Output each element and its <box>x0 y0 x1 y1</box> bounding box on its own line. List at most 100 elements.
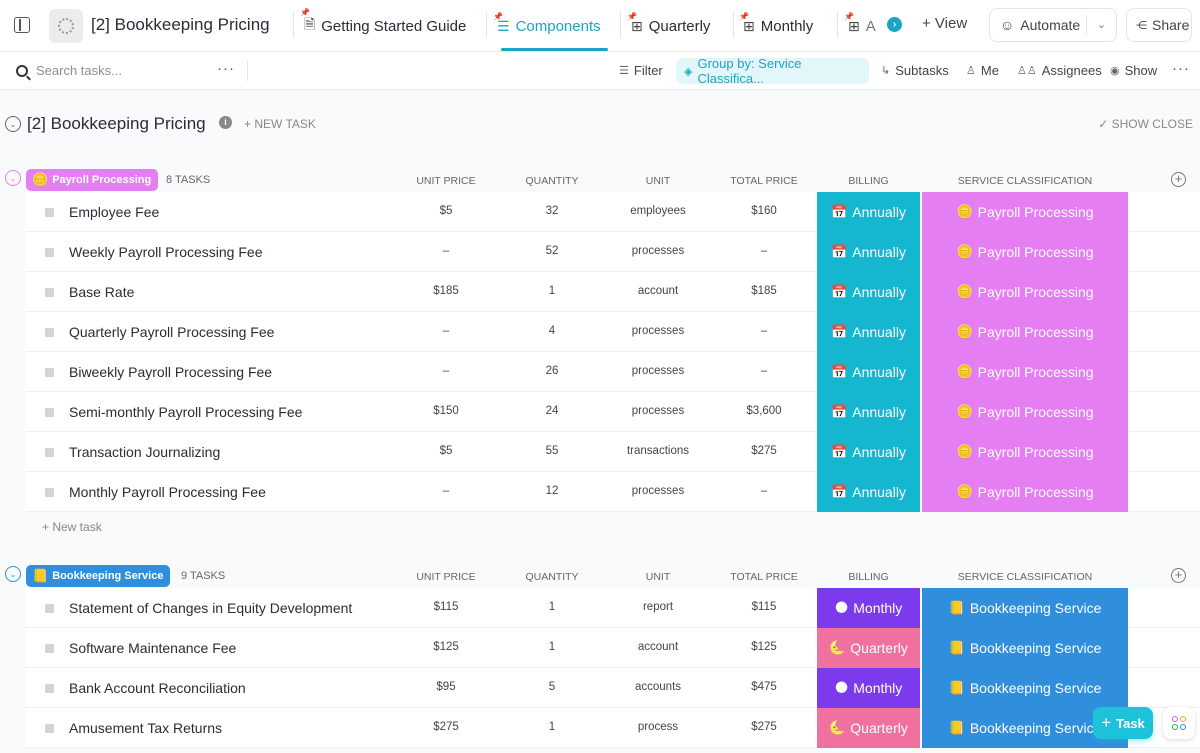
search-input[interactable]: Search tasks... <box>16 63 122 78</box>
table-row[interactable]: Employee Fee $5 32 employees $160 📅Annua… <box>26 192 1200 232</box>
column-header-quantity[interactable]: QUANTITY <box>512 571 592 583</box>
filter-button[interactable]: ☰ Filter <box>619 63 663 78</box>
status-checkbox[interactable] <box>45 684 54 693</box>
status-checkbox[interactable] <box>45 488 54 497</box>
service-badge[interactable]: 🪙Payroll Processing <box>922 432 1128 472</box>
service-badge[interactable]: 📒Bookkeeping Service <box>922 588 1128 628</box>
status-checkbox[interactable] <box>45 604 54 613</box>
table-row[interactable]: Monthly Payroll Processing Fee – 12 proc… <box>26 472 1200 512</box>
billing-badge[interactable]: 🌑Monthly <box>817 588 920 628</box>
add-column-icon[interactable]: + <box>1171 172 1186 187</box>
task-name[interactable]: Weekly Payroll Processing Fee <box>69 244 262 260</box>
column-header-service-classification[interactable]: SERVICE CLASSIFICATION <box>922 571 1128 583</box>
apps-button[interactable] <box>1163 707 1195 739</box>
status-checkbox[interactable] <box>45 208 54 217</box>
group-pill[interactable]: 🪙 Payroll Processing <box>26 169 158 191</box>
table-row[interactable]: Base Rate $185 1 account $185 📅Annually … <box>26 272 1200 312</box>
task-name[interactable]: Quarterly Payroll Processing Fee <box>69 324 274 340</box>
task-name[interactable]: Monthly Payroll Processing Fee <box>69 484 266 500</box>
column-header-service-classification[interactable]: SERVICE CLASSIFICATION <box>922 175 1128 187</box>
tab-getting-started-guide[interactable]: 📌🗎 Getting Started Guide <box>304 14 466 38</box>
task-name[interactable]: Bank Account Reconciliation <box>69 680 246 696</box>
table-row[interactable]: Weekly Payroll Processing Fee – 52 proce… <box>26 232 1200 272</box>
column-header-billing[interactable]: BILLING <box>817 571 920 583</box>
column-header-quantity[interactable]: QUANTITY <box>512 175 592 187</box>
sidebar-toggle-icon[interactable] <box>14 17 30 33</box>
tab-components[interactable]: 📌☰ Components <box>497 14 601 38</box>
tab-quarterly[interactable]: 📌⊞ Quarterly <box>631 14 710 38</box>
table-row[interactable]: Quarterly Payroll Processing Fee – 4 pro… <box>26 312 1200 352</box>
table-row[interactable]: Biweekly Payroll Processing Fee – 26 pro… <box>26 352 1200 392</box>
billing-badge[interactable]: 📅Annually <box>817 192 920 232</box>
service-badge[interactable]: 🪙Payroll Processing <box>922 312 1128 352</box>
collapse-list-icon[interactable]: ⌄ <box>5 116 21 132</box>
billing-badge[interactable]: 📅Annually <box>817 352 920 392</box>
billing-badge[interactable]: 🌜Quarterly <box>817 708 920 748</box>
task-name[interactable]: Biweekly Payroll Processing Fee <box>69 364 272 380</box>
service-badge[interactable]: 🪙Payroll Processing <box>922 472 1128 512</box>
billing-badge[interactable]: 🌜Quarterly <box>817 628 920 668</box>
tab-monthly[interactable]: 📌⊞ Monthly <box>743 14 813 38</box>
chevron-down-icon[interactable]: ⌄ <box>1086 15 1116 35</box>
service-badge[interactable]: 🪙Payroll Processing <box>922 232 1128 272</box>
billing-badge[interactable]: 📅Annually <box>817 472 920 512</box>
add-view-button[interactable]: + View <box>922 15 967 32</box>
status-checkbox[interactable] <box>45 368 54 377</box>
status-checkbox[interactable] <box>45 288 54 297</box>
billing-badge[interactable]: 📅Annually <box>817 272 920 312</box>
table-row[interactable]: Statement of Changes in Equity Developme… <box>26 588 1200 628</box>
billing-badge[interactable]: 🌑Monthly <box>817 668 920 708</box>
new-task-button[interactable]: + NEW TASK <box>244 117 316 131</box>
table-row[interactable]: Transaction Journalizing $5 55 transacti… <box>26 432 1200 472</box>
status-checkbox[interactable] <box>45 408 54 417</box>
status-checkbox[interactable] <box>45 724 54 733</box>
table-row[interactable]: Semi-monthly Payroll Processing Fee $150… <box>26 392 1200 432</box>
collapse-group-icon[interactable]: ⌄ <box>5 566 21 582</box>
service-badge[interactable]: 🪙Payroll Processing <box>922 392 1128 432</box>
me-button[interactable]: ♙ Me <box>966 63 999 78</box>
more-options-icon[interactable]: ··· <box>1172 60 1190 77</box>
group-pill[interactable]: 📒 Bookkeeping Service <box>26 565 170 587</box>
service-badge[interactable]: 📒Bookkeeping Service <box>922 668 1128 708</box>
column-header-unit[interactable]: UNIT <box>613 175 703 187</box>
billing-badge[interactable]: 📅Annually <box>817 312 920 352</box>
info-icon[interactable]: i <box>219 116 232 129</box>
task-name[interactable]: Semi-monthly Payroll Processing Fee <box>69 404 302 420</box>
new-task-row[interactable]: + New task <box>26 512 1200 542</box>
service-badge[interactable]: 🪙Payroll Processing <box>922 192 1128 232</box>
add-task-fab[interactable]: + Task <box>1093 707 1153 739</box>
task-name[interactable]: Base Rate <box>69 284 134 300</box>
service-badge[interactable]: 🪙Payroll Processing <box>922 352 1128 392</box>
status-checkbox[interactable] <box>45 644 54 653</box>
show-button[interactable]: ◉ Show <box>1110 63 1157 78</box>
column-header-unit[interactable]: UNIT <box>613 571 703 583</box>
subtasks-button[interactable]: ↳ Subtasks <box>881 63 949 78</box>
billing-badge[interactable]: 📅Annually <box>817 232 920 272</box>
column-header-total-price[interactable]: TOTAL PRICE <box>724 175 804 187</box>
column-header-billing[interactable]: BILLING <box>817 175 920 187</box>
more-options-icon[interactable]: ··· <box>217 60 235 77</box>
service-badge[interactable]: 🪙Payroll Processing <box>922 272 1128 312</box>
task-name[interactable]: Statement of Changes in Equity Developme… <box>69 600 352 616</box>
billing-badge[interactable]: 📅Annually <box>817 392 920 432</box>
service-badge[interactable]: 📒Bookkeeping Service <box>922 628 1128 668</box>
status-checkbox[interactable] <box>45 328 54 337</box>
task-name[interactable]: Software Maintenance Fee <box>69 640 236 656</box>
task-name[interactable]: Amusement Tax Returns <box>69 720 222 736</box>
assignees-button[interactable]: ♙♙ Assignees <box>1017 63 1102 78</box>
column-header-total-price[interactable]: TOTAL PRICE <box>724 571 804 583</box>
chevron-right-icon[interactable]: › <box>887 17 902 32</box>
column-header-unit-price[interactable]: UNIT PRICE <box>406 175 486 187</box>
status-checkbox[interactable] <box>45 248 54 257</box>
column-header-unit-price[interactable]: UNIT PRICE <box>406 571 486 583</box>
table-row[interactable]: Software Maintenance Fee $125 1 account … <box>26 628 1200 668</box>
show-closed-button[interactable]: ✓ SHOW CLOSE <box>1098 117 1193 131</box>
table-row[interactable]: Bank Account Reconciliation $95 5 accoun… <box>26 668 1200 708</box>
space-icon[interactable] <box>49 9 83 43</box>
task-name[interactable]: Transaction Journalizing <box>69 444 220 460</box>
automate-button[interactable]: ☺ Automate ⌄ <box>989 8 1117 42</box>
table-row[interactable]: Amusement Tax Returns $275 1 process $27… <box>26 708 1200 748</box>
billing-badge[interactable]: 📅Annually <box>817 432 920 472</box>
add-column-icon[interactable]: + <box>1171 568 1186 583</box>
share-button[interactable]: ⋲ Share <box>1126 8 1192 42</box>
